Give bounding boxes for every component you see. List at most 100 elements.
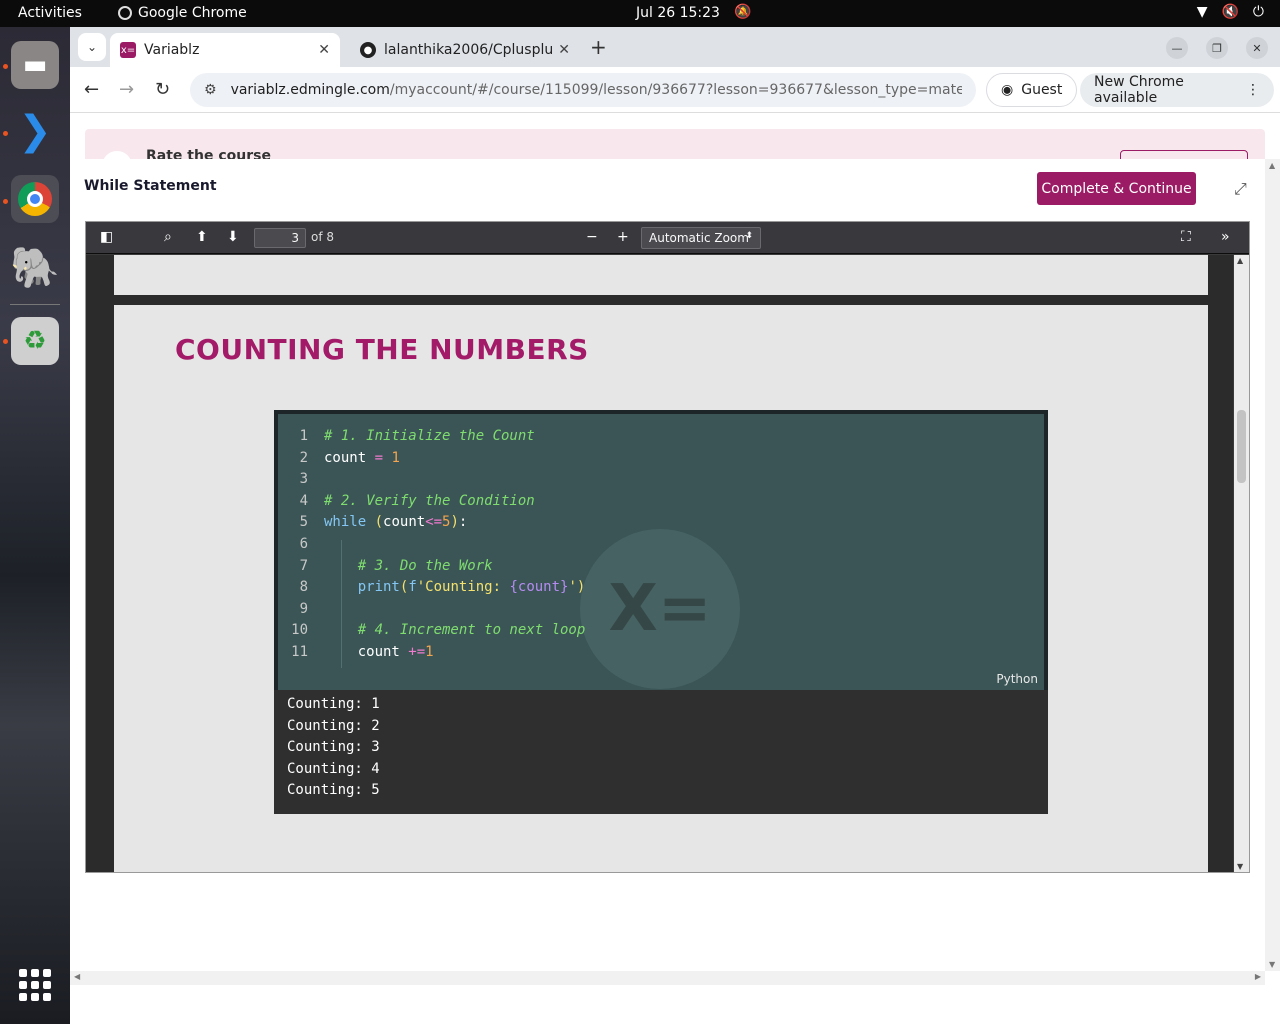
- scroll-thumb[interactable]: [1237, 410, 1246, 483]
- line-number: 10: [291, 622, 308, 639]
- url-host: variablz.edmingle.com: [230, 82, 390, 98]
- show-apps-icon[interactable]: [19, 969, 51, 1001]
- vscode-icon[interactable]: ❯: [11, 107, 59, 155]
- minimize-icon[interactable]: —: [1166, 37, 1188, 59]
- reload-icon[interactable]: ↻: [155, 79, 170, 100]
- scroll-up-icon[interactable]: ▲: [1237, 256, 1243, 265]
- variablz-logo: X=: [580, 529, 740, 689]
- tab-github[interactable]: ● lalanthika2006/Cplusplu ✕: [350, 33, 580, 67]
- new-tab-icon[interactable]: +: [590, 35, 607, 59]
- system-tray[interactable]: ▼ 🔇 ⏻: [1197, 4, 1264, 20]
- back-icon[interactable]: ←: [84, 79, 99, 100]
- zoom-in-icon[interactable]: +: [617, 229, 629, 245]
- power-icon: ⏻: [1252, 4, 1264, 20]
- close-window-icon[interactable]: ✕: [1246, 37, 1268, 59]
- scroll-down-icon[interactable]: ▼: [1269, 960, 1275, 969]
- forward-icon[interactable]: →: [119, 79, 134, 100]
- scroll-up-icon[interactable]: ▲: [1269, 161, 1275, 170]
- scroll-down-icon[interactable]: ▼: [1237, 862, 1243, 871]
- code-token: count: [324, 644, 409, 660]
- line-number: 7: [299, 557, 308, 574]
- page-number-input[interactable]: 3: [254, 228, 306, 248]
- code-token: 1: [425, 644, 434, 660]
- running-indicator: [3, 64, 8, 69]
- code-line: 3: [278, 471, 324, 492]
- app-menu[interactable]: Google Chrome: [118, 5, 247, 21]
- profile-button[interactable]: ◉ Guest: [986, 73, 1078, 107]
- dock: ▬ ❯ 🐘 ♻: [0, 27, 70, 1024]
- code-token: 'Counting:: [416, 579, 510, 596]
- code-token: +=: [408, 644, 426, 660]
- slide-heading: COUNTING THE NUMBERS: [175, 333, 589, 366]
- code-block: X= Python 1 # 1. Initialize the Count 2 cou…: [274, 410, 1048, 690]
- output-line: Counting: 5: [287, 782, 380, 799]
- site-info-icon[interactable]: ⚙: [204, 82, 217, 98]
- find-icon[interactable]: ⌕: [164, 229, 172, 245]
- running-indicator: [3, 339, 8, 344]
- clock[interactable]: Jul 26 15:23: [636, 5, 720, 21]
- presentation-mode-icon[interactable]: ⛶: [1181, 229, 1191, 245]
- browser-window: ⌄ x= Variablz ✕ ● lalanthika2006/Cpluspl…: [70, 27, 1280, 1024]
- close-tab-icon[interactable]: ✕: [558, 42, 570, 58]
- system-top-bar: Activities Google Chrome Jul 26 15:23 🔕 …: [0, 0, 1280, 27]
- update-chrome-button[interactable]: New Chrome available ⋮: [1080, 73, 1274, 107]
- files-icon[interactable]: ▬: [11, 41, 59, 89]
- expand-icon[interactable]: ⤢: [1234, 179, 1247, 199]
- select-caret-icon: ⬍: [745, 231, 753, 241]
- output-block: Counting: 1 Counting: 2 Counting: 3 Countin…: [274, 690, 1048, 814]
- kebab-menu-icon[interactable]: ⋮: [1246, 82, 1260, 98]
- pdf-viewer: ◧ ⌕ ⬆ ⬇ 3 of 8 − + Automatic Zoom ⬍ ⛶ » …: [85, 221, 1250, 873]
- tab-search-button[interactable]: ⌄: [78, 33, 106, 61]
- code-line: 4 # 2. Verify the Condition: [278, 493, 535, 514]
- pdf-page: COUNTING THE NUMBERS X= Python 1 # 1. Ini…: [114, 305, 1208, 872]
- code-token: # 2. Verify the Condition: [324, 492, 535, 509]
- postgresql-icon[interactable]: 🐘: [10, 243, 60, 291]
- code-token: :: [458, 514, 468, 531]
- web-page: Rate the course While Statement Complete…: [70, 114, 1280, 1024]
- line-number: 6: [299, 536, 308, 552]
- page-horizontal-scrollbar[interactable]: ◀ ▶: [70, 971, 1265, 985]
- code-token: ): [450, 514, 459, 531]
- scroll-left-icon[interactable]: ◀: [74, 972, 80, 981]
- line-number: 4: [299, 492, 308, 509]
- tools-menu-icon[interactable]: »: [1221, 229, 1230, 245]
- pdf-toolbar: ◧ ⌕ ⬆ ⬇ 3 of 8 − + Automatic Zoom ⬍ ⛶ »: [86, 222, 1249, 254]
- line-number: 11: [291, 644, 308, 660]
- activities-button[interactable]: Activities: [18, 5, 82, 21]
- restore-icon[interactable]: ❐: [1206, 37, 1228, 59]
- previous-page-icon[interactable]: ⬆: [196, 229, 208, 245]
- address-bar[interactable]: ⚙ variablz.edmingle.com /myaccount/#/cou…: [190, 73, 976, 107]
- scroll-right-icon[interactable]: ▶: [1255, 972, 1261, 981]
- page-vertical-scrollbar[interactable]: ▲ ▼: [1265, 159, 1280, 971]
- output-line: Counting: 4: [287, 760, 380, 777]
- pdf-scrollbar[interactable]: ▲ ▼: [1234, 255, 1249, 872]
- code-line: 2 count = 1: [278, 450, 400, 471]
- tab-strip: ⌄ x= Variablz ✕ ● lalanthika2006/Cpluspl…: [70, 27, 1280, 67]
- code-line: 1 # 1. Initialize the Count: [278, 428, 535, 449]
- language-label: Python: [996, 672, 1038, 686]
- trash-icon[interactable]: ♻: [11, 317, 59, 365]
- browser-toolbar: ← → ↻ ⚙ variablz.edmingle.com /myaccount…: [70, 67, 1280, 113]
- variablz-favicon: x=: [120, 42, 136, 58]
- line-number: 3: [299, 471, 308, 488]
- tab-title: Variablz: [144, 42, 200, 58]
- zoom-out-icon[interactable]: −: [586, 229, 598, 245]
- complete-continue-button[interactable]: Complete & Continue: [1037, 172, 1196, 205]
- code-token: # 4. Increment to next loop: [357, 622, 586, 639]
- code-token: =: [374, 449, 384, 466]
- output-line: Counting: 3: [287, 739, 380, 756]
- zoom-select[interactable]: Automatic Zoom ⬍: [641, 227, 761, 249]
- output-line: Counting: 2: [287, 717, 380, 734]
- pdf-canvas[interactable]: COUNTING THE NUMBERS X= Python 1 # 1. Ini…: [86, 255, 1233, 872]
- sidebar-toggle-icon[interactable]: ◧: [100, 229, 113, 245]
- code-token: # 3. Do the Work: [357, 557, 493, 574]
- close-tab-icon[interactable]: ✕: [318, 42, 330, 58]
- chrome-icon[interactable]: [11, 175, 59, 223]
- code-token: while: [324, 514, 367, 531]
- code-line: 5 while (count<=5):: [278, 514, 468, 535]
- pdf-previous-page: [114, 255, 1208, 295]
- tab-variablz[interactable]: x= Variablz ✕: [110, 33, 340, 67]
- next-page-icon[interactable]: ⬇: [227, 229, 239, 245]
